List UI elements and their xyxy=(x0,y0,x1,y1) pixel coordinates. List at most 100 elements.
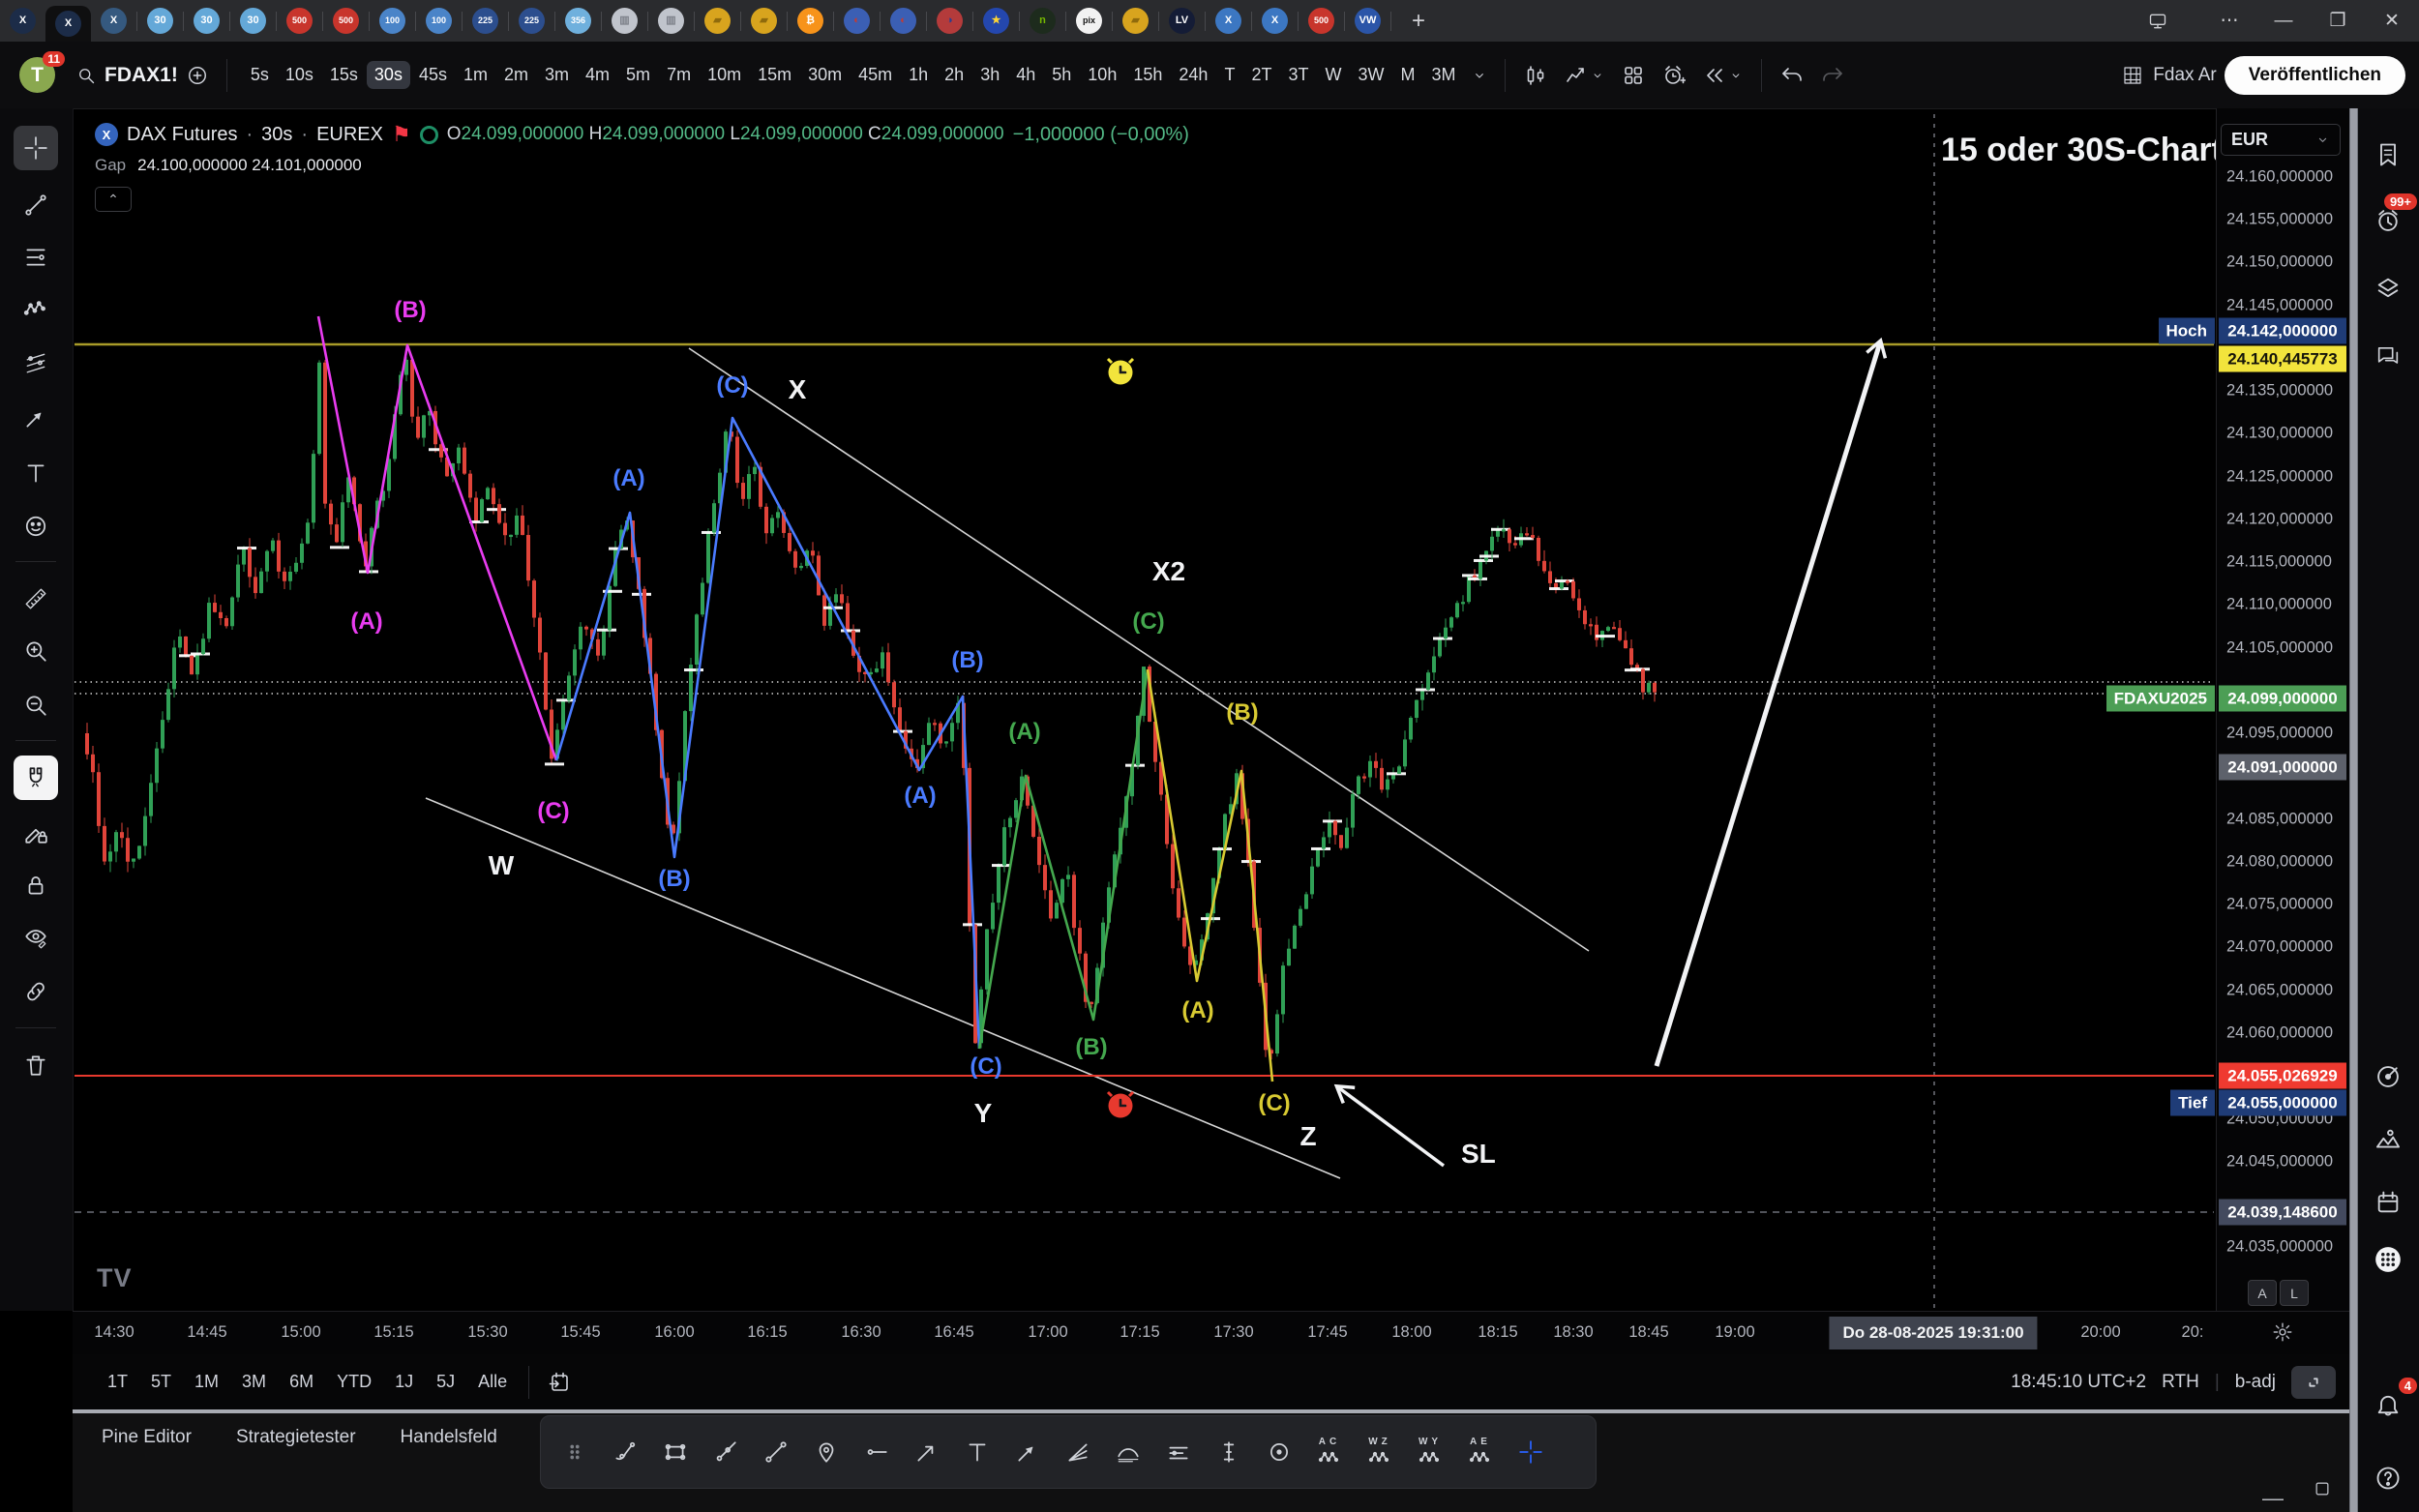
crosshair-tool-blue[interactable] xyxy=(1507,1425,1555,1479)
range-1M[interactable]: 1M xyxy=(194,1372,219,1392)
layout-templates-button[interactable] xyxy=(1613,60,1654,91)
timeframe-45m[interactable]: 45m xyxy=(851,61,900,89)
apps-icon[interactable] xyxy=(2365,1236,2411,1283)
timeframe-2m[interactable]: 2m xyxy=(496,61,536,89)
wave-label[interactable]: (B) xyxy=(1075,1034,1107,1060)
browser-tab[interactable]: X xyxy=(1252,0,1298,42)
axis-settings-gear-icon[interactable] xyxy=(2272,1321,2293,1343)
layers-icon[interactable] xyxy=(2365,265,2411,311)
fib-retracement-tool[interactable] xyxy=(14,235,58,280)
session-toggle[interactable]: RTH xyxy=(2162,1372,2199,1393)
crosshair-tool[interactable] xyxy=(14,126,58,170)
timeframe-3h[interactable]: 3h xyxy=(972,61,1007,89)
undo-button[interactable] xyxy=(1772,60,1812,91)
zoom-in-tool[interactable] xyxy=(14,629,58,673)
browser-tab[interactable]: ▰ xyxy=(1113,0,1158,42)
timeframe-5s[interactable]: 5s xyxy=(243,61,277,89)
browser-tab[interactable]: ▥ xyxy=(602,0,647,42)
alerts-clock-icon[interactable]: 99+ xyxy=(2365,197,2411,244)
window-minimize-button[interactable]: — xyxy=(2256,11,2311,32)
chart-text-label[interactable]: SL xyxy=(1461,1139,1496,1169)
browser-tab[interactable]: ◐ xyxy=(881,0,926,42)
text-tool-tool[interactable] xyxy=(14,451,58,495)
timeframe-3T[interactable]: 3T xyxy=(1280,61,1316,89)
browser-tab[interactable]: 225 xyxy=(509,0,554,42)
browser-tab[interactable]: ★ xyxy=(973,0,1019,42)
rect-tool-tool[interactable] xyxy=(651,1425,700,1479)
timeframe-1m[interactable]: 1m xyxy=(456,61,495,89)
arrow-marker-tool[interactable] xyxy=(14,396,58,440)
eye-tool[interactable] xyxy=(14,915,58,960)
browser-tab[interactable]: X xyxy=(91,0,136,42)
chart-text-label[interactable]: X2 xyxy=(1152,556,1185,586)
goto-date-button[interactable] xyxy=(539,1367,580,1398)
wave-pattern-ae-tool[interactable]: AE xyxy=(1456,1425,1505,1479)
browser-tab[interactable]: 100 xyxy=(370,0,415,42)
browser-tab[interactable]: ◑ xyxy=(927,0,972,42)
publish-button[interactable]: Veröffentlichen xyxy=(2225,56,2405,95)
timeframe-24h[interactable]: 24h xyxy=(1171,61,1215,89)
alert-clock-marker[interactable] xyxy=(1108,359,1133,385)
chat-icon[interactable] xyxy=(2365,333,2411,379)
multichart-layout-button[interactable] xyxy=(2112,60,2153,91)
wave-pattern-wz-tool[interactable]: WZ xyxy=(1356,1425,1404,1479)
tab-preview-button[interactable] xyxy=(2148,12,2202,31)
wave-label[interactable]: (C) xyxy=(1258,1090,1290,1116)
calendar-icon[interactable] xyxy=(2365,1179,2411,1226)
timeframe-30s[interactable]: 30s xyxy=(367,61,410,89)
browser-tab[interactable]: ▥ xyxy=(648,0,694,42)
chart-text-label[interactable]: 15 oder 30S-Chart xyxy=(1941,132,2216,168)
browser-tab[interactable]: 225 xyxy=(463,0,508,42)
browser-tab[interactable]: LV xyxy=(1159,0,1205,42)
wave-label[interactable]: (B) xyxy=(1226,699,1258,726)
ruler-tool[interactable] xyxy=(14,577,58,621)
curve-tool[interactable] xyxy=(1104,1425,1152,1479)
chart-pane[interactable]: (A)(B)(C)(A)(B)(C)(A)(B)(C)(A)(B)(C)(A)(… xyxy=(73,108,2216,1311)
parallel-channel-tool[interactable] xyxy=(14,341,58,385)
wave-label[interactable]: (A) xyxy=(904,783,936,809)
window-more-button[interactable]: ⋯ xyxy=(2202,10,2256,32)
horizontal-ray-tool[interactable] xyxy=(852,1425,901,1479)
wave-label[interactable]: (C) xyxy=(537,798,569,824)
trash-tool[interactable] xyxy=(14,1043,58,1087)
elliott-wave-tool[interactable] xyxy=(14,286,58,331)
timeframe-3M[interactable]: 3M xyxy=(1423,61,1463,89)
browser-tab[interactable]: 356 xyxy=(555,0,601,42)
legend-interval[interactable]: 30s xyxy=(261,124,292,146)
ideas-icon[interactable] xyxy=(2365,1116,2411,1163)
edit-lock-tool[interactable] xyxy=(14,811,58,855)
projection-up-arrow[interactable] xyxy=(1657,342,1880,1066)
timeframe-30m[interactable]: 30m xyxy=(800,61,850,89)
toolbar-drag-handle[interactable] xyxy=(551,1425,599,1479)
emoji-tool[interactable] xyxy=(14,504,58,548)
pin-tool[interactable] xyxy=(802,1425,851,1479)
magnet-tool[interactable] xyxy=(14,756,58,800)
browser-tab[interactable]: ▰ xyxy=(695,0,740,42)
timeframe-2T[interactable]: 2T xyxy=(1243,61,1279,89)
range-1T[interactable]: 1T xyxy=(107,1372,128,1392)
wave-label[interactable]: (C) xyxy=(970,1053,1001,1080)
brush-tool[interactable] xyxy=(601,1425,649,1479)
bar-replay-button[interactable] xyxy=(1694,60,1751,91)
timeframe-45s[interactable]: 45s xyxy=(411,61,455,89)
browser-tab[interactable]: 30 xyxy=(137,0,183,42)
browser-tab[interactable]: X xyxy=(45,6,91,42)
timeframe-5m[interactable]: 5m xyxy=(618,61,658,89)
timeframe-3m[interactable]: 3m xyxy=(537,61,577,89)
ray-tool[interactable] xyxy=(702,1425,750,1479)
currency-selector[interactable]: EUR xyxy=(2221,124,2341,156)
window-close-button[interactable]: ✕ xyxy=(2365,10,2419,32)
timeframe-more-chevron-icon[interactable] xyxy=(1464,64,1495,87)
chart-text-label[interactable]: W xyxy=(489,850,515,880)
timeframe-2h[interactable]: 2h xyxy=(937,61,971,89)
range-6M[interactable]: 6M xyxy=(289,1372,314,1392)
flag-icon[interactable]: ⚑ xyxy=(392,122,411,147)
browser-tab[interactable]: 30 xyxy=(230,0,276,42)
trend-channel-line[interactable] xyxy=(689,348,1589,951)
browser-tab[interactable]: 500 xyxy=(1299,0,1344,42)
window-restore-button[interactable]: ❐ xyxy=(2311,10,2365,32)
alert-clock-marker[interactable] xyxy=(1108,1092,1133,1118)
scale-toggle-l[interactable]: L xyxy=(2280,1280,2309,1306)
link-tool[interactable] xyxy=(14,969,58,1014)
browser-tab[interactable]: 500 xyxy=(277,0,322,42)
